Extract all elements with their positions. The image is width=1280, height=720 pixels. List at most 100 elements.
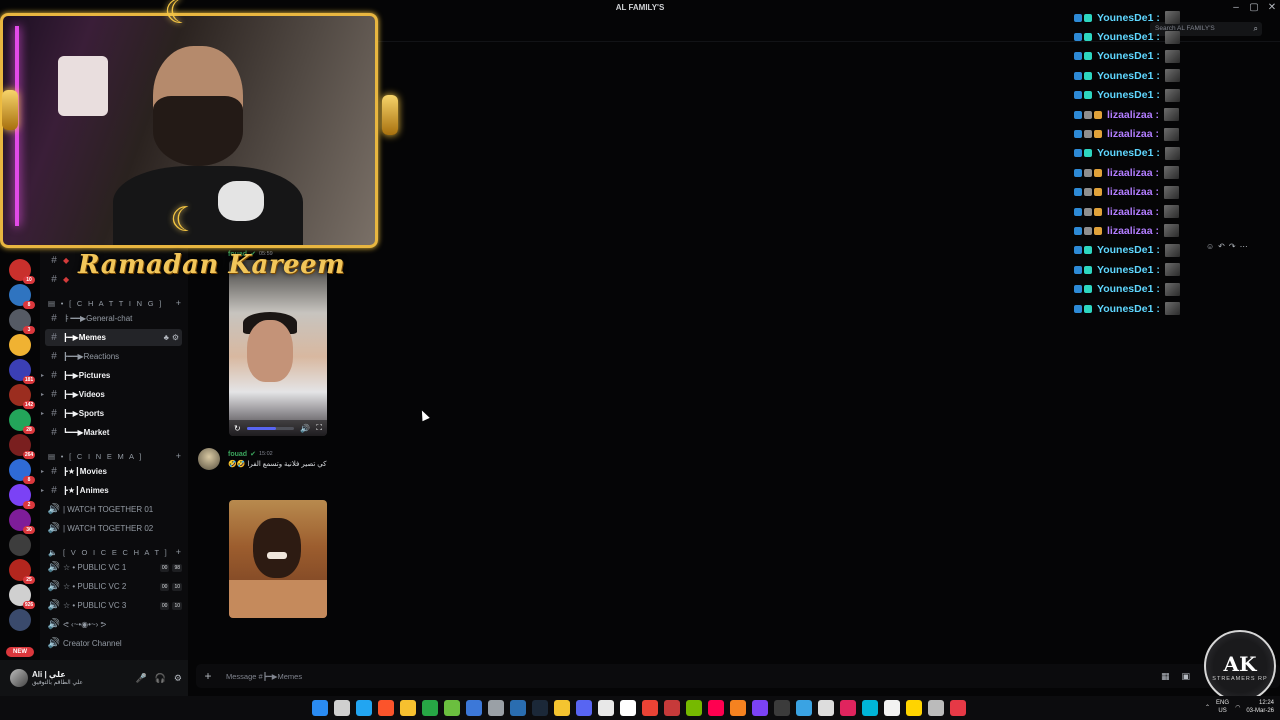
server-icon[interactable] [9, 534, 31, 556]
taskbar-app-icon[interactable] [752, 700, 768, 716]
gif-icon[interactable]: ▣ [1181, 671, 1190, 682]
chevron-up-icon[interactable]: ⌃ [1205, 704, 1210, 711]
plus-icon[interactable]: + [176, 547, 181, 557]
voice-public-vc-3[interactable]: 🔊 ☆ • PUBLIC VC 3 00 10 [45, 597, 182, 614]
taskbar-app-icon[interactable] [884, 700, 900, 716]
channel-watch-together-02[interactable]: 🔊 | WATCH TOGETHER 02 [45, 520, 182, 537]
channel-memes[interactable]: # ┣━▶Memes ♣ ⚙ [45, 329, 182, 346]
invite-icon[interactable]: ♣ [164, 333, 169, 342]
replay-icon[interactable]: ↻ [234, 424, 241, 433]
taskbar-app-icon[interactable] [378, 700, 394, 716]
taskbar-app-icon[interactable] [818, 700, 834, 716]
taskbar-app-icon[interactable] [664, 700, 680, 716]
gear-icon[interactable]: ⚙ [174, 673, 182, 684]
server-icon[interactable]: 2 [9, 484, 35, 509]
server-icon[interactable]: 10 [9, 259, 35, 284]
video-attachment[interactable]: ↻ 🔊 ⛶ [229, 260, 327, 436]
channel-animes[interactable]: ▸ # ┣★┃Animes [41, 482, 182, 499]
taskbar-app-icon[interactable] [840, 700, 856, 716]
taskbar-app-icon[interactable] [708, 700, 724, 716]
taskbar-app-icon[interactable] [554, 700, 570, 716]
plus-icon[interactable]: + [176, 451, 181, 461]
category-cinema[interactable]: ▤ • [ C I N E M A ] + [48, 451, 185, 461]
wifi-icon[interactable]: ◠ [1235, 704, 1240, 711]
server-icon[interactable]: 25 [9, 559, 35, 584]
taskbar-app-icon[interactable] [906, 700, 922, 716]
server-icon[interactable]: 28 [9, 409, 35, 434]
taskbar-app-icon[interactable] [532, 700, 548, 716]
close-button[interactable]: ✕ [1263, 2, 1280, 13]
taskbar-app-icon[interactable] [950, 700, 966, 716]
taskbar-app-icon[interactable] [796, 700, 812, 716]
taskbar-app-icon[interactable] [356, 700, 372, 716]
volume-icon[interactable]: 🔊 [300, 424, 310, 433]
category-voice-chat[interactable]: 🔈 [ V O I C E C H A T ] + [48, 547, 185, 557]
fullscreen-icon[interactable]: ⛶ [316, 423, 322, 433]
taskbar-app-icon[interactable] [334, 700, 350, 716]
reply-icon[interactable]: ↶ [1218, 242, 1225, 251]
channel-sports[interactable]: ▸ # ┣━▶Sports [41, 405, 182, 422]
mention-badge: 2 [23, 501, 35, 509]
server-icon[interactable]: 264 [9, 434, 35, 459]
channel-videos[interactable]: ▸ # ┣━▶Videos [41, 386, 182, 403]
taskbar-app-icon[interactable] [488, 700, 504, 716]
taskbar-app-icon[interactable] [862, 700, 878, 716]
server-icon[interactable]: 181 [9, 359, 35, 384]
taskbar-app-icon[interactable] [620, 700, 636, 716]
headphones-icon[interactable]: 🎧 [155, 673, 166, 684]
server-icon[interactable]: 8 [9, 284, 35, 309]
creator-channel[interactable]: 🔊 Creator Channel [45, 635, 182, 652]
server-icon[interactable] [9, 334, 31, 356]
channel-watch-together-01[interactable]: 🔊 | WATCH TOGETHER 01 [45, 501, 182, 518]
taskbar-app-icon[interactable] [576, 700, 592, 716]
microphone-icon[interactable]: 🎤 [135, 673, 146, 684]
taskbar-app-icon[interactable] [730, 700, 746, 716]
message-composer[interactable]: + Message #┣━▶Memes ▦ ▣ [196, 664, 1280, 688]
taskbar-app-icon[interactable] [686, 700, 702, 716]
message-author[interactable]: fouad [228, 451, 247, 458]
badge-icon [1074, 265, 1082, 274]
forward-icon[interactable]: ↷ [1229, 242, 1236, 251]
server-icon[interactable]: 926 [9, 584, 35, 609]
overlay-chat-row: YounesDe1 : [1074, 27, 1194, 46]
voice-special-channel[interactable]: 🔊 ᕙ ‹~•◉•~› ᕗ [45, 616, 182, 633]
taskbar-app-icon[interactable] [422, 700, 438, 716]
server-icon[interactable]: 142 [9, 384, 35, 409]
voice-public-vc-1[interactable]: 🔊 ☆ • PUBLIC VC 1 00 98 [45, 559, 182, 576]
taskbar-app-icon[interactable] [642, 700, 658, 716]
add-attachment-icon[interactable]: + [196, 669, 220, 683]
gift-icon[interactable]: ▦ [1161, 671, 1170, 682]
language-indicator[interactable]: ENG US [1216, 699, 1229, 715]
badge-icon [1084, 226, 1092, 235]
plus-icon[interactable]: + [176, 298, 181, 308]
taskbar-app-icon[interactable] [774, 700, 790, 716]
taskbar-app-icon[interactable] [444, 700, 460, 716]
server-icon[interactable]: 3 [9, 309, 35, 334]
video-attachment[interactable] [229, 500, 327, 618]
maximize-button[interactable]: ▢ [1245, 2, 1263, 13]
server-icon[interactable]: 30 [9, 509, 35, 534]
channel-movies[interactable]: ▸ # ┣★┃Movies [41, 463, 182, 480]
taskbar-app-icon[interactable] [312, 700, 328, 716]
avatar[interactable] [10, 669, 28, 687]
category-chatting[interactable]: ▤ • [ C H A T T I N G ] + [48, 298, 185, 308]
channel-reactions[interactable]: # ┣━━▶Reactions [45, 348, 182, 365]
reaction-icon[interactable]: ☺ [1206, 242, 1214, 251]
video-progress[interactable] [246, 426, 295, 430]
avatar[interactable] [198, 448, 220, 470]
taskbar-app-icon[interactable] [928, 700, 944, 716]
taskbar-app-icon[interactable] [466, 700, 482, 716]
taskbar-app-icon[interactable] [400, 700, 416, 716]
taskbar-app-icon[interactable] [510, 700, 526, 716]
channel-pictures[interactable]: ▸ # ┣━▶Pictures [41, 367, 182, 384]
channel-general-chat[interactable]: # ㅑ━━▶General-chat [45, 310, 182, 327]
server-icon[interactable] [9, 609, 31, 631]
more-icon[interactable]: ⋯ [1240, 242, 1248, 251]
voice-public-vc-2[interactable]: 🔊 ☆ • PUBLIC VC 2 00 10 [45, 578, 182, 595]
gear-icon[interactable]: ⚙ [172, 333, 179, 342]
taskbar-app-icon[interactable] [598, 700, 614, 716]
server-icon[interactable]: 8 [9, 459, 35, 484]
clock[interactable]: 12:24 03-Mar-26 [1246, 699, 1274, 715]
minimize-button[interactable]: – [1227, 2, 1245, 13]
channel-market[interactable]: # ┗━━▶Market [45, 424, 182, 441]
